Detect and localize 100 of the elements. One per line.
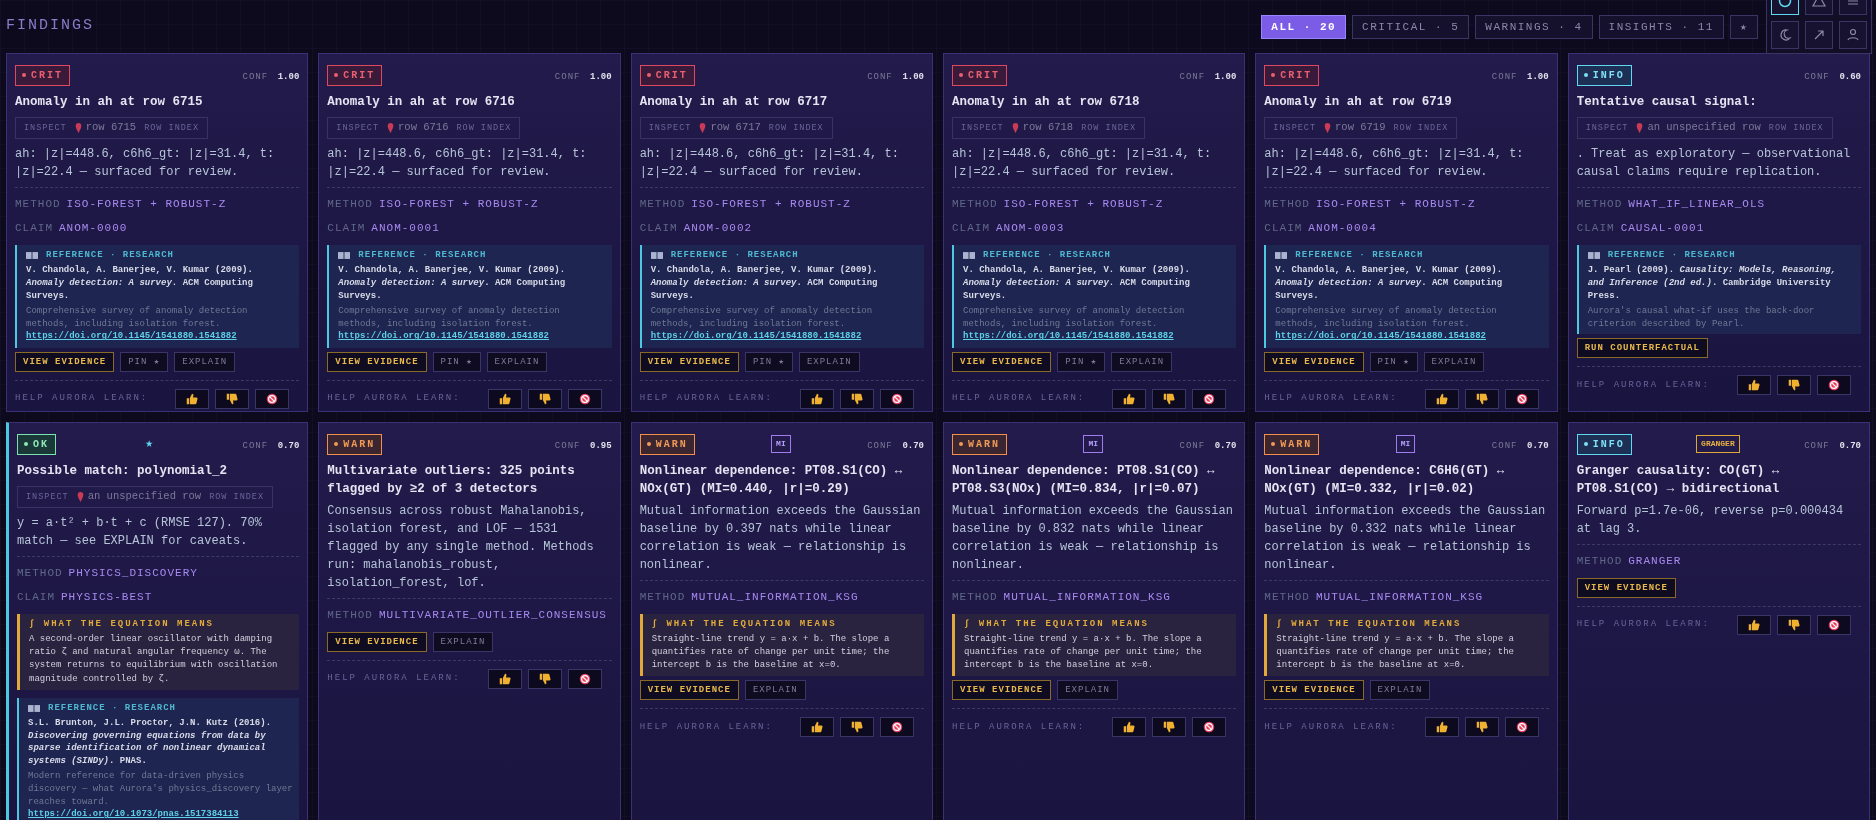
action-button[interactable]: VIEW EVIDENCE (1264, 351, 1364, 372)
thumbs-up-button[interactable] (1737, 614, 1771, 635)
doi-link[interactable]: https://doi.org/10.1145/1541880.1541882 (26, 331, 237, 342)
field-value: MUTUAL_INFORMATION_KSG (1315, 591, 1484, 604)
action-button[interactable]: EXPLAIN (1423, 351, 1485, 372)
action-button[interactable]: EXPLAIN (174, 351, 236, 372)
action-button[interactable]: VIEW EVIDENCE (15, 351, 115, 372)
thumbs-up-button[interactable] (800, 717, 834, 738)
finding-description: ah: |z|=448.6, c6h6_gt: |z|=31.4, t: |z|=22.4 — surfaced for review. (952, 145, 1213, 181)
dismiss-button[interactable] (567, 388, 602, 409)
thumbs-down-button[interactable] (527, 668, 562, 689)
citation-text: V. Chandola, A. Banerjee, V. Kumar (2009). Anomaly detection: A survey. ACM Computing Surveys. (650, 264, 879, 303)
thumbs-up-button[interactable] (1424, 717, 1459, 738)
thumbs-up-icon (1748, 618, 1760, 631)
thumbs-up-button[interactable] (1112, 388, 1147, 409)
action-button[interactable]: EXPLAIN (1111, 351, 1173, 372)
dismiss-button[interactable] (1817, 375, 1851, 396)
thumbs-up-button[interactable] (800, 388, 834, 409)
thumbs-up-button[interactable] (1737, 375, 1771, 396)
action-button[interactable]: VIEW EVIDENCE (952, 680, 1052, 701)
action-button[interactable]: VIEW EVIDENCE (327, 631, 427, 652)
action-button[interactable]: EXPLAIN (1057, 680, 1119, 701)
doi-link[interactable]: https://doi.org/10.1145/1541880.1541882 (650, 331, 862, 342)
thumbs-up-icon (1748, 379, 1760, 392)
finding-description: ah: |z|=448.6, c6h6_gt: |z|=31.4, t: |z|=22.4 — surfaced for review. (327, 145, 588, 181)
thumbs-down-button[interactable] (1464, 388, 1499, 409)
dismiss-button[interactable] (1192, 388, 1227, 409)
thumbs-up-button[interactable] (1424, 388, 1459, 409)
row-index-label: ROW INDEX (456, 121, 512, 135)
doi-link[interactable]: https://doi.org/10.1145/1541880.1541882 (1275, 331, 1486, 342)
row-text: row 6716 (398, 120, 449, 136)
dismiss-button[interactable] (1504, 388, 1539, 409)
action-button[interactable]: EXPLAIN (432, 631, 494, 652)
action-button[interactable]: PIN ★ (432, 351, 481, 372)
inspect-bar[interactable]: INSPECT an unspecified row ROW INDEX (1576, 117, 1833, 139)
thumbs-down-icon (851, 392, 863, 405)
action-button[interactable]: VIEW EVIDENCE (1576, 577, 1676, 598)
citation-text: V. Chandola, A. Banerjee, V. Kumar (2009). Anomaly detection: A survey. ACM Computing Surveys. (338, 264, 567, 303)
inspect-bar[interactable]: INSPECT row 6715 ROW INDEX (15, 117, 209, 139)
dismiss-button[interactable] (567, 668, 602, 689)
confidence-value: 0.70 (277, 441, 300, 451)
action-button[interactable]: PIN ★ (1369, 351, 1418, 372)
thumbs-up-button[interactable] (175, 388, 210, 409)
field-value: GRANGER (1628, 555, 1682, 568)
dismiss-button[interactable] (1192, 717, 1227, 738)
prohibited-icon (1828, 618, 1840, 631)
thumbs-down-icon (1788, 618, 1800, 631)
action-button[interactable]: PIN ★ (1057, 351, 1106, 372)
field-value: ANOM-0003 (996, 222, 1065, 235)
thumbs-down-icon (538, 672, 551, 685)
action-button[interactable]: PIN ★ (120, 351, 169, 372)
thumbs-down-button[interactable] (1777, 614, 1811, 635)
dismiss-button[interactable] (1504, 717, 1539, 738)
action-button[interactable]: VIEW EVIDENCE (952, 351, 1052, 372)
thumbs-down-button[interactable] (215, 388, 250, 409)
filter-tab[interactable]: ★ (1729, 14, 1758, 39)
action-button[interactable]: PIN ★ (744, 351, 793, 372)
field-value: PHYSICS-BEST (61, 591, 153, 604)
thumbs-down-button[interactable] (1464, 717, 1499, 738)
action-button[interactable]: EXPLAIN (798, 351, 860, 372)
action-button[interactable]: EXPLAIN (1369, 680, 1431, 701)
thumbs-down-button[interactable] (1152, 717, 1187, 738)
action-button[interactable]: VIEW EVIDENCE (639, 351, 739, 372)
thumbs-down-button[interactable] (1777, 375, 1811, 396)
finding-description: ah: |z|=448.6, c6h6_gt: |z|=31.4, t: |z|=22.4 — surfaced for review. (1264, 145, 1525, 181)
thumbs-down-button[interactable] (527, 388, 562, 409)
inspect-bar[interactable]: INSPECT row 6718 ROW INDEX (952, 117, 1146, 139)
inspect-bar[interactable]: INSPECT row 6717 ROW INDEX (639, 117, 833, 139)
inspect-bar[interactable]: INSPECT row 6719 ROW INDEX (1264, 117, 1458, 139)
doi-link[interactable]: https://doi.org/10.1073/pnas.1517384113 (28, 809, 239, 820)
thumbs-down-button[interactable] (840, 388, 874, 409)
filter-tab[interactable]: WARNINGS · 4 (1475, 14, 1593, 39)
doi-link[interactable]: https://doi.org/10.1145/1541880.1541882 (963, 331, 1174, 342)
filter-tab[interactable]: INSIGHTS · 11 (1598, 14, 1724, 39)
dismiss-button[interactable] (255, 388, 290, 409)
confidence-label: CONF (867, 441, 893, 451)
action-button[interactable]: VIEW EVIDENCE (639, 680, 739, 701)
thumbs-down-button[interactable] (1152, 388, 1187, 409)
row-index-label: ROW INDEX (144, 121, 200, 135)
dismiss-button[interactable] (1817, 614, 1851, 635)
action-button[interactable]: VIEW EVIDENCE (1264, 680, 1364, 701)
inspect-bar[interactable]: INSPECT an unspecified row ROW INDEX (17, 486, 274, 508)
action-button[interactable]: RUN COUNTERFACTUAL (1576, 338, 1708, 359)
thumbs-down-button[interactable] (840, 717, 874, 738)
filter-tab[interactable]: ALL · 20 (1261, 14, 1347, 39)
field-label: METHOD (639, 197, 686, 210)
inspect-bar[interactable]: INSPECT row 6716 ROW INDEX (327, 117, 521, 139)
thumbs-up-button[interactable] (1112, 717, 1147, 738)
action-button[interactable]: EXPLAIN (486, 351, 548, 372)
action-button[interactable]: EXPLAIN (744, 680, 806, 701)
thumbs-up-button[interactable] (487, 388, 522, 409)
thumbs-up-button[interactable] (487, 668, 522, 689)
action-button[interactable]: VIEW EVIDENCE (327, 351, 427, 372)
book-icon (1587, 251, 1600, 261)
filter-tab[interactable]: CRITICAL · 5 (1352, 14, 1470, 39)
reference-heading: REFERENCE · RESEARCH (1295, 248, 1424, 262)
dismiss-button[interactable] (880, 388, 914, 409)
explainer-text: Straight-line trend y = a·x + b. The slope a quantifies rate of change per unit time; the intercept b is the baseline at x=0. (964, 633, 1203, 673)
dismiss-button[interactable] (880, 717, 914, 738)
doi-link[interactable]: https://doi.org/10.1145/1541880.1541882 (338, 331, 549, 342)
